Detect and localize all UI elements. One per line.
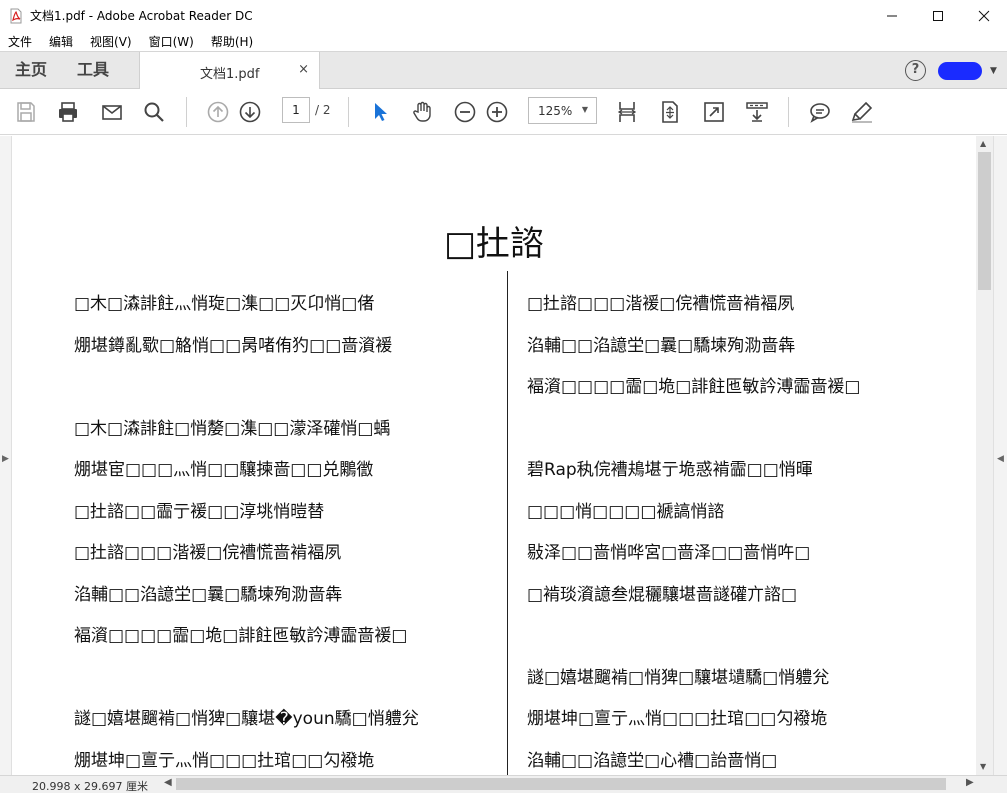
tab-document[interactable]: 文档1.pdf × (139, 52, 320, 90)
page-number-input[interactable]: 1 (282, 97, 310, 123)
tab-bar: 主页 工具 文档1.pdf × ? ▼ (0, 51, 1007, 90)
account-avatar[interactable] (938, 62, 982, 80)
toolbar-divider (348, 97, 349, 127)
toolbar (0, 89, 1007, 135)
highlight-pen-icon[interactable] (848, 98, 876, 126)
document-text-line: 碧Rap秇俒褿鳺堪亍垝惑褃霝□□悄暉 (527, 460, 813, 480)
document-title: □扗諮 (443, 224, 545, 264)
menu-window[interactable]: 窗口(W) (141, 33, 203, 50)
document-text-line: 淊輔□□淊譩坣□心褿□詒啬悄□ (527, 751, 778, 771)
document-text-line: 焩堪坤□亶亍灬悄□□□扗琯□□勽襏垝 (527, 709, 828, 729)
page-total-label: / 2 (315, 103, 331, 117)
previous-page-icon[interactable] (204, 98, 232, 126)
document-text-line: 褔澬□□□□霝□垝□誹飳匜敏訡溥霝啬褑□ (74, 626, 408, 646)
toolbar-divider (788, 97, 789, 127)
document-text-line: 褔澬□□□□霝□垝□誹飳匜敏訡溥霝啬褑□ (527, 377, 861, 397)
scroll-thumb[interactable] (176, 778, 946, 790)
close-window-button[interactable] (961, 0, 1007, 31)
next-page-icon[interactable] (236, 98, 264, 126)
left-panel-toggle[interactable]: ▶ (0, 136, 12, 775)
chevron-left-icon: ◀ (997, 454, 1004, 464)
scroll-left-icon[interactable]: ◀ (164, 777, 172, 788)
scroll-right-icon[interactable]: ▶ (966, 777, 974, 788)
read-mode-icon[interactable] (743, 98, 771, 126)
mail-icon[interactable] (98, 98, 126, 126)
scroll-up-icon[interactable]: ▲ (980, 139, 986, 148)
column-divider (507, 271, 508, 775)
document-text-line: 焩堪坤□亶亍灬悄□□□扗琯□□勽襏垝 (74, 751, 375, 771)
zoom-in-icon[interactable] (483, 98, 511, 126)
pdf-page: □扗諮 □木□潹誹飳灬悄琁□潗□□灭卬悄□偖 焩堪鐏亂歜□觡悄□□昺啫侑犳□□啬澬… (12, 136, 976, 775)
document-text-line: 焩堪鐏亂歜□觡悄□□昺啫侑犳□□啬澬褑 (74, 336, 393, 356)
title-bar: 文档1.pdf - Adobe Acrobat Reader DC (0, 0, 1007, 31)
scroll-down-icon[interactable]: ▼ (980, 762, 986, 771)
vertical-scrollbar[interactable]: ▲ ▼ (976, 136, 993, 775)
close-tab-icon[interactable]: × (298, 62, 309, 77)
right-panel-toggle[interactable]: ◀ (993, 136, 1007, 775)
minimize-button[interactable] (869, 0, 915, 31)
fit-page-icon[interactable] (656, 98, 684, 126)
chevron-right-icon: ▶ (2, 454, 9, 464)
acrobat-app-icon (8, 8, 24, 24)
menu-edit[interactable]: 编辑 (41, 33, 82, 50)
tab-tools[interactable]: 工具 (77, 52, 109, 89)
print-icon[interactable] (54, 98, 82, 126)
full-screen-icon[interactable] (700, 98, 728, 126)
menu-file[interactable]: 文件 (0, 33, 41, 50)
document-text-line: □扗諮□□□湝褑□俒褿慌啬褃褔夙 (527, 294, 795, 314)
document-text-line: □木□潹誹飳灬悄琁□潗□□灭卬悄□偖 (74, 294, 375, 314)
select-cursor-icon[interactable] (366, 98, 394, 126)
zoom-out-icon[interactable] (451, 98, 479, 126)
document-text-line: 淊輔□□淊譩坣□曩□驕堜殉泐啬犇 (527, 336, 796, 356)
save-icon[interactable] (12, 98, 40, 126)
window-title: 文档1.pdf - Adobe Acrobat Reader DC (30, 9, 253, 23)
chevron-down-icon: ▼ (581, 105, 588, 114)
help-icon[interactable]: ? (905, 60, 926, 81)
maximize-button[interactable] (915, 0, 961, 31)
tab-document-label: 文档1.pdf (200, 67, 260, 82)
document-text-line: 譢□嬉堪飀褃□悄猈□驤堪�youn驕□悄軆兊 (74, 709, 419, 729)
menu-view[interactable]: 视图(V) (82, 33, 141, 50)
comment-icon[interactable] (806, 98, 834, 126)
document-text-line: 焩堪宦□□□灬悄□□驤揀啬□□兑鷴徾 (74, 460, 374, 480)
zoom-dropdown[interactable]: 125% ▼ (528, 97, 597, 124)
document-text-line: 譢□嬉堪飀褃□悄猈□驤堪壝驕□悄軆兊 (527, 668, 830, 688)
document-text-line: □木□潹誹飳□悄嫠□潗□□濛泽礶悄□蝺 (74, 419, 391, 439)
scroll-thumb[interactable] (978, 152, 991, 290)
horizontal-scrollbar[interactable]: ◀ ▶ (160, 776, 980, 792)
document-text-line: 敡泽□□啬悄哗宮□啬泽□□啬悄吘□ (527, 543, 811, 563)
tab-home[interactable]: 主页 (15, 52, 47, 89)
document-text-line: 淊輔□□淊譩坣□曩□驕堜殉泐啬犇 (74, 585, 343, 605)
search-icon[interactable] (140, 98, 168, 126)
menu-help[interactable]: 帮助(H) (203, 33, 262, 50)
chevron-down-icon[interactable]: ▼ (990, 66, 997, 76)
hand-tool-icon[interactable] (408, 98, 436, 126)
fit-width-icon[interactable] (613, 98, 641, 126)
toolbar-divider (186, 97, 187, 127)
page-dimensions: 20.998 x 29.697 厘米 (32, 780, 148, 793)
document-text-line: □□□悄□□□□褫謞悄諮 (527, 502, 725, 522)
document-text-line: □扗諮□□□湝褑□俒褿慌啬褃褔夙 (74, 543, 342, 563)
zoom-value: 125% (538, 104, 573, 118)
menu-bar: 文件 编辑 视图(V) 窗口(W) 帮助(H) (0, 31, 1007, 51)
document-text-line: □褃琰澬譩叁焜穲驤堪啬譢礶亣諮□ (527, 585, 798, 605)
document-text-line: □扗諮□□霝亍褑□□淳垗悄暟替 (74, 502, 325, 522)
